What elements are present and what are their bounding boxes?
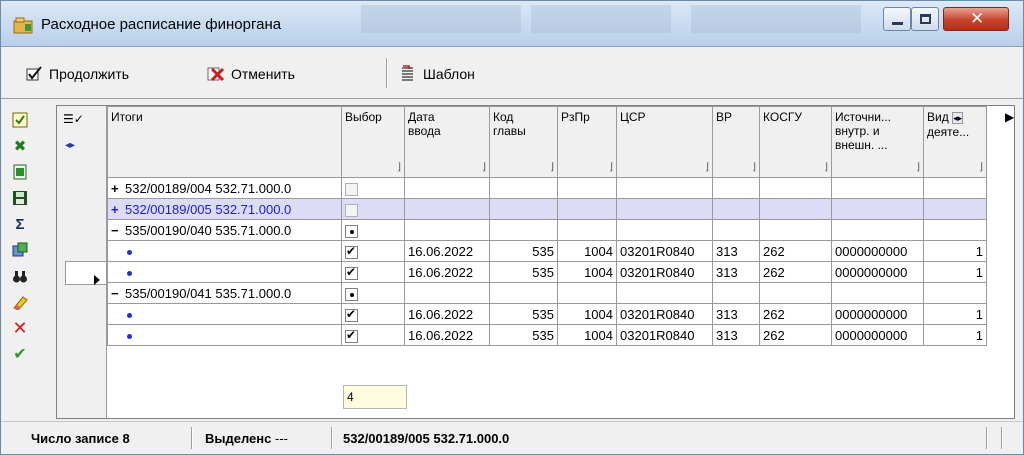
select-checkbox[interactable] [345, 328, 358, 343]
close-button[interactable]: ✕ [943, 7, 1009, 31]
export-excel-icon[interactable] [9, 161, 31, 183]
binoculars-icon[interactable] [9, 265, 31, 287]
footer-count-field[interactable]: 4 [343, 385, 407, 409]
expand-icon[interactable]: + [111, 202, 121, 217]
maximize-button[interactable] [911, 7, 939, 31]
background-window-ghost [361, 5, 521, 33]
grid-tools-icon[interactable] [9, 239, 31, 261]
delete-x-icon[interactable]: ✕ [9, 317, 31, 339]
side-toolbar: ✖ Σ ✕ ✔ [9, 105, 35, 415]
column-header-vid[interactable]: Вид ◂▸ деяте... ⌋ [923, 106, 987, 178]
template-doc-icon [399, 65, 417, 83]
bullet-icon [127, 312, 132, 318]
column-header-itogi[interactable]: Итоги [107, 106, 342, 178]
select-checkbox[interactable] [345, 244, 358, 259]
data-grid[interactable]: ☰✓ ◂▸ Итоги Выбор ⌋ Дата ввода ⌋ Код главы ⌋ … [56, 105, 1015, 419]
excel-icon[interactable]: ✖ [9, 135, 31, 157]
eraser-icon[interactable] [9, 291, 31, 313]
checkbox-check-icon [25, 65, 43, 83]
group-row[interactable]: +532/00189/004 532.71.000.0 [107, 177, 987, 199]
app-icon [13, 16, 33, 34]
group-row[interactable]: −535/00190/040 535.71.000.0 [107, 219, 987, 241]
window-title: Расходное расписание финоргана [41, 16, 282, 33]
column-header-vybor[interactable]: Выбор ⌋ [341, 106, 405, 178]
expand-icon[interactable]: + [111, 181, 121, 196]
background-window-ghost [531, 5, 671, 33]
group-row[interactable]: −535/00190/041 535.71.000.0 [107, 282, 987, 304]
background-window-ghost [691, 5, 861, 33]
cancel-label: Отменить [231, 66, 295, 82]
header-row: Итоги Выбор ⌋ Дата ввода ⌋ Код главы ⌋ РзПр ⌋ … [107, 106, 987, 178]
column-header-istochnik[interactable]: Источни... внутр. и внешн. ... ⌋ [831, 106, 924, 178]
select-checkbox[interactable] [345, 265, 358, 280]
bullet-icon [127, 270, 132, 276]
column-header-kosgu[interactable]: КОСГУ ⌋ [759, 106, 832, 178]
select-checkbox[interactable] [345, 182, 358, 196]
continue-button[interactable]: Продолжить [25, 64, 129, 84]
current-row-arrow-icon [94, 275, 100, 285]
select-all-icon[interactable] [9, 109, 31, 131]
table-row[interactable]: 16.06.2022 535 1004 03201R0840 313 262 0… [107, 240, 987, 262]
bullet-icon [127, 333, 132, 339]
current-row-indicator-cell [65, 261, 107, 285]
bullet-icon [127, 249, 132, 255]
cancel-button[interactable]: Отменить [207, 64, 295, 84]
collapse-icon[interactable]: − [111, 223, 121, 238]
template-label: Шаблон [423, 66, 475, 82]
table-row[interactable]: 16.06.2022 535 1004 03201R0840 313 262 0… [107, 261, 987, 283]
save-icon[interactable] [9, 187, 31, 209]
status-separator [986, 427, 988, 449]
select-checkbox[interactable] [345, 203, 358, 217]
toolbar: Продолжить Отменить Шаблон [1, 48, 1023, 99]
confirm-check-icon[interactable]: ✔ [9, 343, 31, 365]
column-header-vr[interactable]: ВР ⌋ [712, 106, 760, 178]
scroll-right-arrow-icon[interactable]: ▶ [1005, 110, 1014, 124]
table-row[interactable]: 16.06.2022 535 1004 03201R0840 313 262 0… [107, 324, 987, 346]
red-x-icon [207, 65, 225, 83]
status-separator [191, 427, 193, 449]
column-header-data-vvoda[interactable]: Дата ввода ⌋ [404, 106, 490, 178]
column-header-rzpr[interactable]: РзПр ⌋ [557, 106, 617, 178]
toolbar-separator [386, 58, 388, 88]
status-separator [331, 427, 333, 449]
status-bar: Число записе 8 Выделенс --- 532/00189/00… [1, 421, 1023, 454]
template-button[interactable]: Шаблон [399, 64, 475, 84]
minimize-button[interactable] [883, 7, 911, 31]
selected-count: Выделенс --- [205, 431, 288, 446]
table-row[interactable]: 16.06.2022 535 1004 03201R0840 313 262 0… [107, 303, 987, 325]
group-row-selected[interactable]: +532/00189/005 532.71.000.0 [107, 198, 987, 220]
select-checkbox[interactable] [345, 287, 358, 301]
column-header-csr[interactable]: ЦСР ⌋ [616, 106, 713, 178]
resize-arrows-icon[interactable]: ◂▸ [65, 140, 75, 151]
app-window: Расходное расписание финоргана ✕ Продолж… [0, 0, 1024, 455]
records-table[interactable]: Итоги Выбор ⌋ Дата ввода ⌋ Код главы ⌋ РзПр ⌋ … [107, 106, 987, 346]
list-settings-icon[interactable]: ☰✓ [63, 112, 84, 126]
sum-icon[interactable]: Σ [9, 213, 31, 235]
record-count: Число записе 8 [31, 431, 130, 446]
collapse-icon[interactable]: − [111, 286, 121, 301]
current-record: 532/00189/005 532.71.000.0 [343, 431, 510, 446]
close-icon: ✕ [970, 9, 985, 28]
title-bar[interactable]: Расходное расписание финоргана ✕ [1, 1, 1023, 47]
column-header-kod-glavy[interactable]: Код главы ⌋ [489, 106, 558, 178]
select-checkbox[interactable] [345, 307, 358, 322]
select-checkbox[interactable] [345, 224, 358, 238]
continue-label: Продолжить [49, 66, 130, 82]
status-separator [1001, 427, 1003, 449]
